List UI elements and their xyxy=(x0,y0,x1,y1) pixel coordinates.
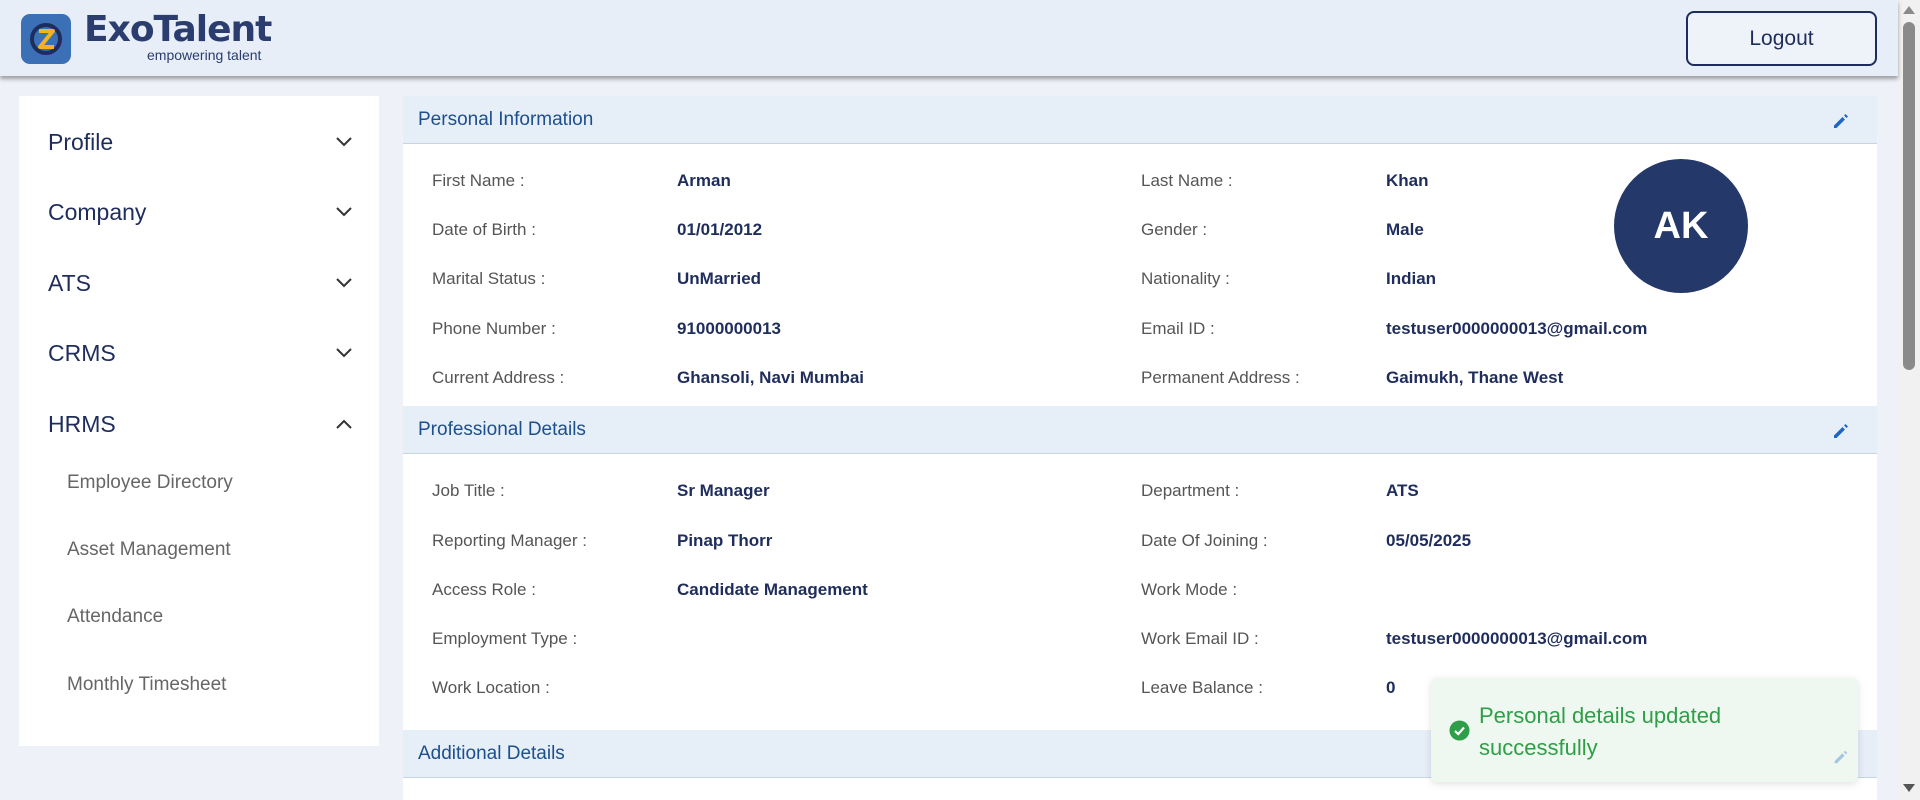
app-header: ExoTalent empowering talent Logout xyxy=(0,0,1898,76)
field-value: ATS xyxy=(1386,481,1419,500)
field-value: Indian xyxy=(1386,269,1437,288)
field-value: UnMarried xyxy=(677,269,762,288)
field-label: Work Mode : xyxy=(1141,580,1238,599)
field-label: Employment Type : xyxy=(432,629,578,648)
sidebar-item-label: Profile xyxy=(48,128,114,155)
field-value: Pinap Thorr xyxy=(677,531,773,550)
field-label: Last Name : xyxy=(1141,171,1233,190)
section-title: Professional Details xyxy=(418,419,586,440)
section-title: Personal Information xyxy=(418,109,594,130)
field-value: Khan xyxy=(1386,171,1429,190)
sidebar-subitem-monthly-timesheet[interactable]: Monthly Timesheet xyxy=(67,674,226,696)
field-label: Email ID : xyxy=(1141,319,1215,338)
field-label: Work Location : xyxy=(432,678,550,697)
field-label: Date of Birth : xyxy=(432,220,536,239)
field-value: 91000000013 xyxy=(677,319,782,338)
chevron-up-icon xyxy=(336,419,352,429)
sidebar-item-label: CRMS xyxy=(48,339,116,366)
field-value: 05/05/2025 xyxy=(1386,531,1472,550)
field-label: Marital Status : xyxy=(432,269,546,288)
field-value: Ghansoli, Navi Mumbai xyxy=(677,368,865,387)
sidebar-item-hrms[interactable]: HRMS xyxy=(48,404,353,444)
field-label: Work Email ID : xyxy=(1141,629,1259,648)
logo-icon xyxy=(21,14,71,64)
field-value: Gaimukh, Thane West xyxy=(1386,368,1564,387)
sidebar-subitem-attendance[interactable]: Attendance xyxy=(67,606,163,628)
chevron-down-icon xyxy=(336,348,352,358)
scroll-down-arrow-icon[interactable] xyxy=(1903,784,1915,792)
field-value: testuser0000000013@gmail.com xyxy=(1386,629,1648,648)
pencil-icon[interactable] xyxy=(1831,421,1851,441)
chevron-down-icon xyxy=(336,137,352,147)
field-label: Date Of Joining : xyxy=(1141,531,1268,550)
chevron-down-icon xyxy=(336,207,352,217)
sidebar-item-label: HRMS xyxy=(48,410,116,437)
field-label: Job Title : xyxy=(432,481,505,500)
field-label: Department : xyxy=(1141,481,1240,500)
field-value: Sr Manager xyxy=(677,481,770,500)
field-label: Nationality : xyxy=(1141,269,1230,288)
logout-button[interactable]: Logout xyxy=(1686,11,1877,66)
avatar: AK xyxy=(1614,159,1748,293)
scrollbar-thumb[interactable] xyxy=(1903,22,1915,370)
toast-message: Personal details updated successfully xyxy=(1479,703,1722,760)
field-label: Gender : xyxy=(1141,220,1208,239)
field-value: testuser0000000013@gmail.com xyxy=(1386,319,1648,338)
field-value: Male xyxy=(1386,220,1424,239)
pencil-icon xyxy=(1834,750,1848,764)
brand-tagline: empowering talent xyxy=(147,47,262,63)
page-scrollbar[interactable] xyxy=(1898,0,1920,800)
personal-info-header: Personal Information xyxy=(403,96,1877,144)
field-label: Permanent Address : xyxy=(1141,368,1300,387)
field-label: Current Address : xyxy=(432,368,565,387)
sidebar-item-crms[interactable]: CRMS xyxy=(48,333,353,373)
pencil-icon[interactable] xyxy=(1831,111,1851,131)
chevron-down-icon xyxy=(336,278,352,288)
field-label: First Name : xyxy=(432,171,525,190)
field-label: Reporting Manager : xyxy=(432,531,587,550)
success-toast[interactable]: Personal details updated successfully xyxy=(1431,678,1858,782)
sidebar-subitem-asset-management[interactable]: Asset Management xyxy=(67,539,231,561)
brand-name: ExoTalent xyxy=(84,9,272,50)
field-label: Leave Balance : xyxy=(1141,678,1263,697)
field-value: Arman xyxy=(677,171,731,190)
scroll-up-arrow-icon[interactable] xyxy=(1903,6,1915,14)
section-title: Additional Details xyxy=(418,743,565,764)
sidebar-item-profile[interactable]: Profile xyxy=(48,122,353,162)
field-label: Access Role : xyxy=(432,580,536,599)
sidebar-item-label: ATS xyxy=(48,269,92,296)
field-value: Candidate Management xyxy=(677,580,868,599)
field-value: 01/01/2012 xyxy=(677,220,763,239)
professional-details-header: Professional Details xyxy=(403,406,1877,454)
check-circle-icon xyxy=(1449,720,1470,741)
sidebar-item-company[interactable]: Company xyxy=(48,192,353,232)
sidebar: Profile Company ATS CRMS HRMS Employee D… xyxy=(19,96,379,746)
sidebar-subitem-employee-directory[interactable]: Employee Directory xyxy=(67,472,233,494)
field-value: 0 xyxy=(1386,678,1396,697)
field-label: Phone Number : xyxy=(432,319,556,338)
sidebar-item-ats[interactable]: ATS xyxy=(48,263,353,303)
sidebar-item-label: Company xyxy=(48,198,147,225)
